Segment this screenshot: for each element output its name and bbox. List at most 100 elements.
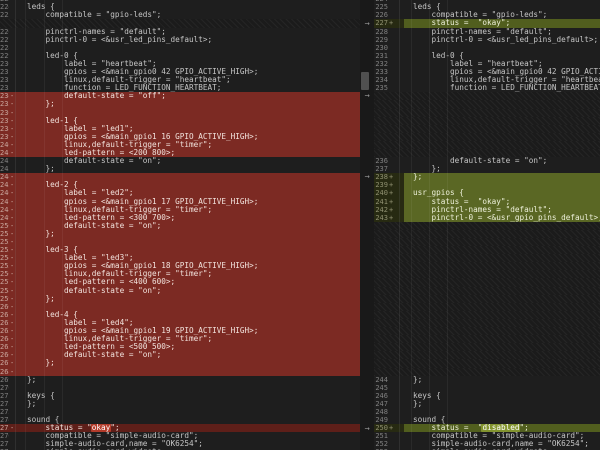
diff-row-deleted: 255- gpios = <&main_gpio1 18 GPIO_ACTIVE… [0,262,360,270]
code-line: default-state = "off"; [15,92,360,100]
diff-row-context: 276 compatible = "simple-audio-card"; [0,432,360,440]
diff-row-context: 277 simple-audio-card,name = "OK6254"; [0,440,360,448]
diff-row-filler [374,254,600,262]
code-line: gpios = <&main_gpio0 42 GPIO_ACTIVE_HIGH… [15,68,360,76]
gutter-spacer [393,173,404,181]
code-line: gpios = <&main_gpio0 42 GPIO_ACTIVE_HIGH… [404,68,600,76]
line-number: 235 [374,84,388,92]
code-line: }; [15,376,360,384]
diff-row-context: 252 simple-audio-card,name = "OK6254"; [374,440,600,448]
diff-row-filler [374,327,600,335]
line-number: 252 [0,238,9,246]
line-number: 237 [374,165,388,173]
diff-row-context: 249sound { [374,416,600,424]
change-arrow-icon[interactable]: → [357,92,377,100]
code-line: }; [15,400,360,408]
diff-row-deleted: 241- led-pattern = <200 800>; [0,149,360,157]
diff-row-deleted: 239- gpios = <&main_gpio1 16 GPIO_ACTIVE… [0,133,360,141]
line-number: 252 [374,440,388,448]
code-line: }; [15,295,360,303]
diff-row-deleted: 244- [0,173,360,181]
code-line: led-3 { [15,246,360,254]
diff-row-deleted: 236- [0,109,360,117]
line-number: 243 [374,214,388,222]
right-pane-new-file[interactable]: 224225leds {226 compatible = "gpio-leds"… [374,0,600,450]
code-line: label = "heartbeat"; [15,60,360,68]
line-number: 251 [374,432,388,440]
gutter-spacer [393,60,404,68]
diff-row-deleted: 263- gpios = <&main_gpio1 19 GPIO_ACTIVE… [0,327,360,335]
line-number: 245 [374,384,388,392]
line-number: 260 [0,303,9,311]
line-number: 248 [0,206,9,214]
diff-row-deleted: 234- default-state = "off"; [0,92,360,100]
code-line: status = "okay"; [404,19,600,27]
change-arrow-icon[interactable]: → [357,173,377,181]
code-line [404,384,600,392]
code-line [404,181,600,189]
code-line: pinctrl-0 = <&usr_led_pins_default>; [15,36,360,44]
diff-row-filler [374,141,600,149]
diff-row-changed-old: 275- status = "okay"; [0,424,360,432]
code-line: linux,default-trigger = "timer"; [15,270,360,278]
code-line: gpios = <&main_gpio1 18 GPIO_ACTIVE_HIGH… [15,262,360,270]
diff-row-deleted: 259- }; [0,295,360,303]
code-line: simple-audio-card,name = "OK6254"; [404,440,600,448]
code-line: compatible = "gpio-leds"; [15,11,360,19]
diff-row-context: 227 pinctrl-0 = <&usr_led_pins_default>; [0,36,360,44]
line-number: 267 [0,359,9,367]
change-arrow-icon[interactable]: → [357,425,377,433]
diff-row-context: 270 [0,384,360,392]
code-line: }; [15,100,360,108]
code-line: sound { [404,416,600,424]
line-number: 246 [0,189,9,197]
diff-row-filler [374,319,600,327]
diff-row-context: 230 label = "heartbeat"; [0,60,360,68]
line-number: 275 [0,424,9,432]
diff-row-context: 245 [374,384,600,392]
gutter-spacer [393,206,404,214]
diff-row-deleted: 246- label = "led2"; [0,189,360,197]
diff-row-context: 271keys { [0,392,360,400]
code-line [15,109,360,117]
code-line: }; [15,230,360,238]
diff-row-filler [374,230,600,238]
code-line [15,384,360,392]
code-line: usr_gpios { [404,189,600,197]
line-number: 233 [0,84,9,92]
change-arrow-icon[interactable]: → [357,20,377,28]
line-number: 250 [0,222,9,230]
code-line: leds { [404,3,600,11]
code-line: linux,default-trigger = "timer"; [15,206,360,214]
diff-row-filler [374,100,600,108]
line-number: 268 [0,368,9,376]
code-line: leds { [15,3,360,11]
line-number: 229 [374,36,388,44]
diff-row-filler [374,368,600,376]
line-number: 244 [0,173,9,181]
code-line: default-state = "on"; [15,157,360,165]
line-number: 263 [0,327,9,335]
line-number: 237 [0,117,9,125]
code-line: linux,default-trigger = "heartbeat"; [404,76,600,84]
gutter-spacer [393,52,404,60]
diff-row-context: 233 function = LED_FUNCTION_HEARTBEAT; [0,84,360,92]
code-line: default-state = "on"; [15,222,360,230]
line-number: 247 [0,198,9,206]
diff-row-context: 246keys { [374,392,600,400]
diff-row-deleted: 262- label = "led4"; [0,319,360,327]
scrollbar-thumb[interactable] [361,72,369,90]
gutter-spacer [393,432,404,440]
right-code-rows: 224225leds {226 compatible = "gpio-leds"… [374,0,600,450]
diff-row-context: 244}; [374,376,600,384]
diff-row-deleted: 265- led-pattern = <500 500>; [0,343,360,351]
gutter-spacer [393,440,404,448]
line-number: 247 [374,400,388,408]
code-line: label = "led1"; [15,125,360,133]
line-number: 230 [0,60,9,68]
code-line [15,44,360,52]
line-number: 271 [0,392,9,400]
line-number: 228 [0,44,9,52]
left-pane-old-file[interactable]: 223224leds {225 compatible = "gpio-leds"… [0,0,360,450]
code-line: led-pattern = <300 700>; [15,214,360,222]
